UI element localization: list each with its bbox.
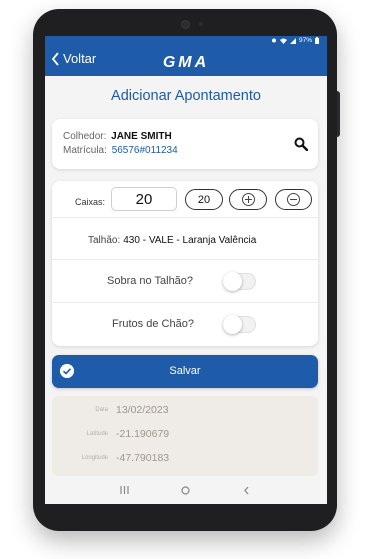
svg-text:GMA: GMA (163, 54, 209, 69)
entry-form-card: Caixas: 20 20 Talhão: 430 - VALE - Laranj… (52, 181, 318, 346)
sobra-toggle[interactable] (223, 272, 256, 291)
signal-icon (289, 37, 296, 44)
caixas-input[interactable]: 20 (111, 187, 177, 211)
harvester-card: Colhedor: JANE SMITH Matrícula: 56576#01… (52, 119, 318, 169)
sobra-label: Sobra no Talhão? (107, 275, 194, 287)
recents-button[interactable] (114, 482, 134, 498)
wifi-icon (279, 38, 287, 44)
colhedor-name: JANE SMITH (111, 131, 172, 142)
latitude-row: Latitude -21.190679 (52, 426, 318, 446)
battery-icon (315, 37, 319, 44)
toggle-knob (223, 272, 242, 291)
talhao-row: Talhão: 430 - VALE - Laranja Valência (52, 217, 318, 260)
talhao-value: 430 - VALE - Laranja Valência (123, 235, 257, 246)
frutos-toggle[interactable] (223, 315, 256, 334)
search-icon[interactable] (294, 137, 308, 151)
longitude-label: Longitude (81, 455, 108, 461)
longitude-value: -47.790183 (116, 452, 170, 464)
talhao-label: Talhão: (88, 235, 121, 246)
caixas-label: Caixas: (75, 197, 106, 207)
toggle-knob (223, 315, 242, 334)
latitude-label: Latitude (86, 431, 108, 437)
talhao-line: Talhão: 430 - VALE - Laranja Valência (88, 235, 256, 246)
home-icon (180, 485, 190, 495)
decrement-button[interactable] (275, 189, 312, 210)
app-bar: Voltar GMA (45, 46, 327, 76)
save-button[interactable]: Salvar (52, 355, 318, 388)
battery-level: 97% (298, 37, 312, 44)
latitude-value: -21.190679 (116, 428, 170, 440)
page-title: Adicionar Apontamento (111, 88, 261, 104)
back-chevron-icon (51, 51, 59, 66)
matricula-value: 56576#011234 (111, 145, 178, 156)
longitude-row: Longitude -47.790183 (52, 450, 318, 470)
home-button[interactable] (175, 482, 195, 498)
nav-back-button[interactable] (236, 482, 256, 498)
colhedor-line: Colhedor: JANE SMITH (63, 131, 172, 142)
plus-circle-icon (241, 193, 255, 206)
matricula-label: Matrícula: (63, 145, 107, 156)
caixas-pill-value[interactable]: 20 (185, 189, 223, 210)
date-label: Data (95, 407, 108, 413)
metadata-card: Data 13/02/2023 Latitude -21.190679 Long… (52, 396, 318, 476)
front-camera (181, 20, 190, 29)
gma-logo: GMA (163, 54, 209, 69)
sobra-row: Sobra no Talhão? (52, 259, 318, 303)
back-label: Voltar (63, 51, 97, 66)
nav-back-icon (243, 486, 248, 494)
device-screen: 97% Voltar GMA Adicionar Apontamento Col… (45, 36, 327, 504)
location-icon (271, 38, 276, 42)
date-row: Data 13/02/2023 (52, 402, 318, 422)
back-button[interactable]: Voltar (51, 51, 96, 66)
recents-icon (119, 486, 129, 494)
power-button (337, 91, 340, 137)
frutos-row: Frutos de Chão? (52, 302, 318, 347)
colhedor-label: Colhedor: (63, 131, 107, 142)
increment-button[interactable] (229, 189, 267, 210)
minus-circle-icon (287, 193, 300, 206)
front-sensor (199, 22, 203, 26)
date-value: 13/02/2023 (116, 404, 169, 416)
save-label: Salvar (169, 365, 201, 377)
system-nav-bar (45, 476, 327, 504)
status-bar: 97% (45, 36, 327, 46)
matricula-line: Matrícula: 56576#011234 (63, 145, 178, 156)
frutos-label: Frutos de Chão? (112, 318, 194, 330)
status-icons: 97% (271, 37, 319, 44)
